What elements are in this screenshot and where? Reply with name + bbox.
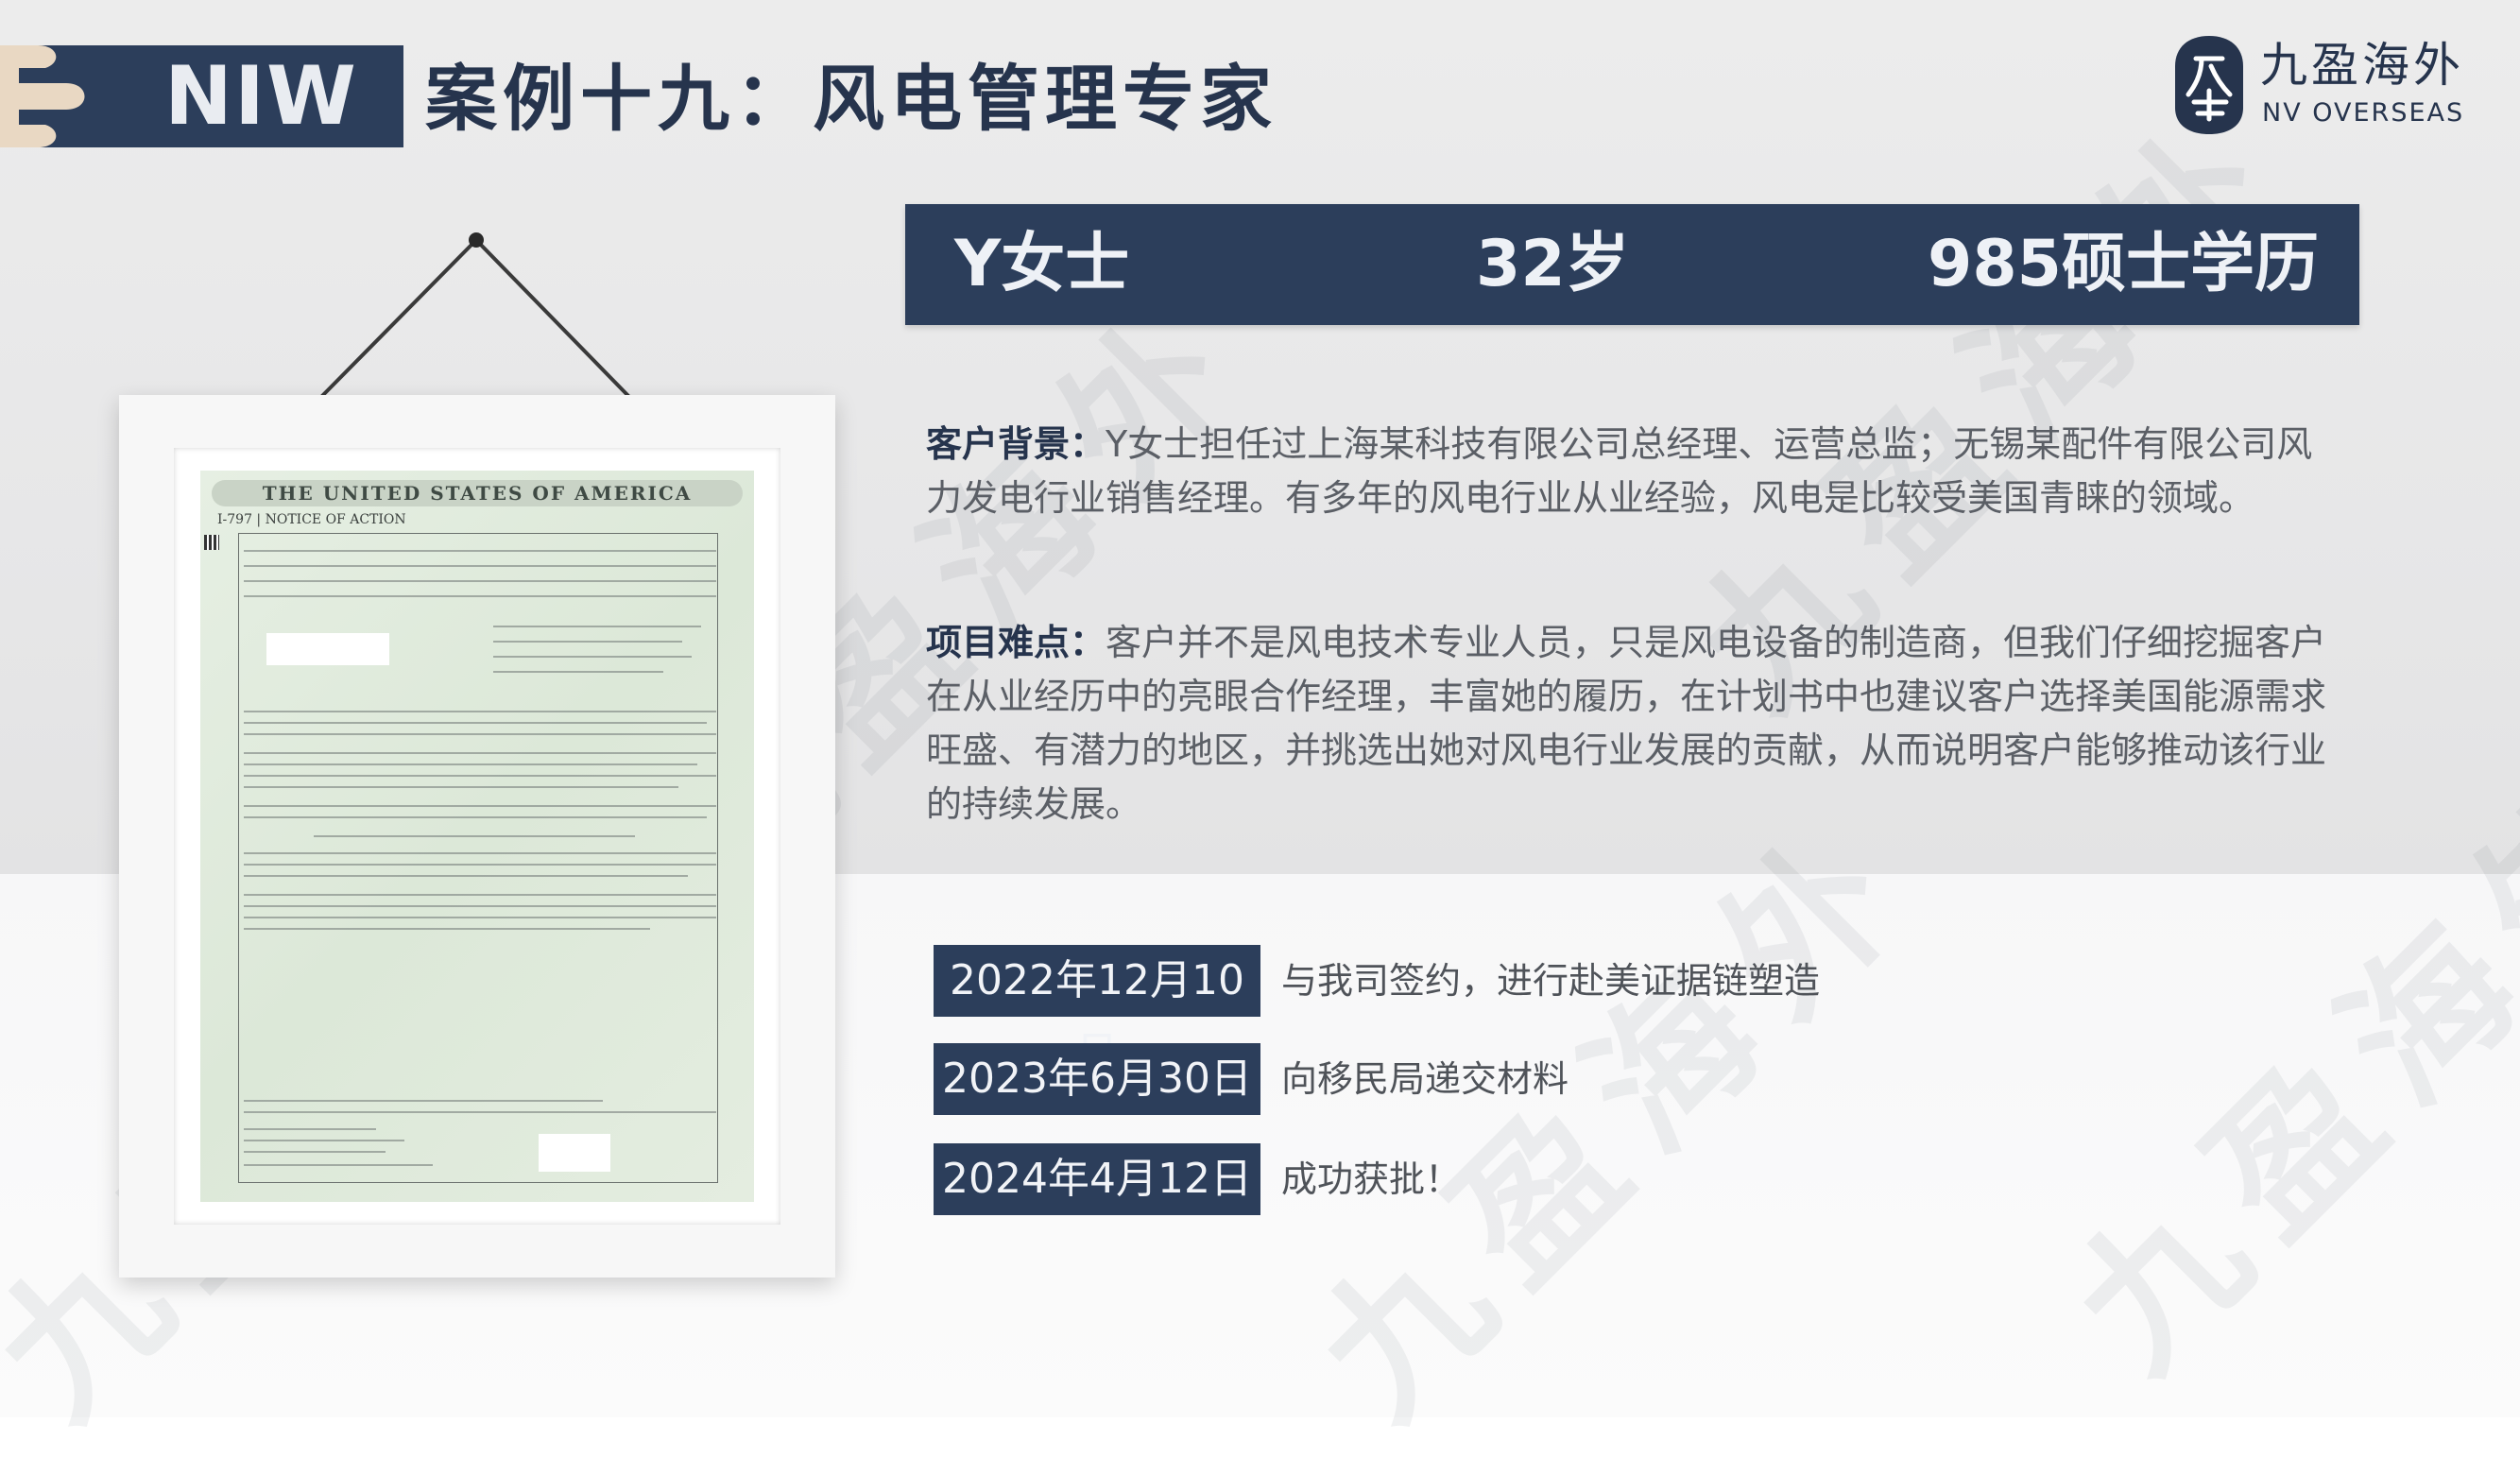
document-text-line	[244, 928, 650, 930]
document-text-line	[493, 671, 663, 673]
document-text-line	[244, 786, 678, 788]
barcode-icon	[204, 535, 219, 550]
document-text-line	[244, 1151, 386, 1153]
document-text-line	[244, 1100, 603, 1102]
document-text-line	[244, 894, 716, 896]
frame-hanger-icon	[319, 232, 631, 399]
document-text-line	[244, 580, 716, 582]
document-text-line	[244, 550, 716, 552]
timeline-description: 与我司签约，进行赴美证据链塑造	[1281, 960, 1821, 1002]
timeline-date: 2024年4月12日	[934, 1143, 1260, 1215]
timeline-date: 2023年6月30日	[934, 1043, 1260, 1115]
document-text-line	[244, 1128, 376, 1130]
document-text-line	[244, 1140, 404, 1141]
client-education: 985硕士学历	[1928, 227, 2319, 301]
document-text-line	[314, 835, 635, 837]
document-text-line	[244, 565, 716, 567]
document-text-line	[244, 1111, 716, 1113]
timeline-date: 2022年12月10日	[934, 945, 1260, 1076]
timeline-description: 成功获批！	[1281, 1158, 1462, 1200]
document-text-line	[244, 595, 716, 597]
document-text-line	[244, 816, 707, 818]
document-text-line	[244, 711, 716, 712]
document-text-line	[244, 905, 716, 907]
document-heading: THE UNITED STATES OF AMERICA	[212, 480, 743, 506]
document-text-line	[244, 763, 697, 765]
timeline-description: 向移民局递交材料	[1281, 1058, 1569, 1100]
page-title: 案例十九：风电管理专家	[425, 57, 1277, 141]
document-text-line	[244, 852, 716, 854]
document-text-line	[244, 1164, 433, 1166]
client-background-text: Y女士担任过上海某科技有限公司总经理、运营总监；无锡某配件有限公司风力发电行业销…	[926, 423, 2313, 519]
logo-mark-icon	[2175, 36, 2243, 134]
client-age: 32岁	[1476, 227, 1630, 301]
project-difficulty-label: 项目难点：	[926, 622, 1106, 663]
document-text-line	[244, 733, 716, 735]
client-background-label: 客户背景：	[926, 423, 1106, 465]
document-text-line	[493, 641, 682, 643]
document-text-line	[244, 752, 716, 754]
document-text-line	[244, 875, 688, 877]
logo-name-cn: 九盈海外	[2260, 38, 2464, 93]
picture-frame: THE UNITED STATES OF AMERICA I-797 | NOT…	[119, 395, 835, 1278]
client-name: Y女士	[954, 227, 1130, 301]
project-difficulty: 项目难点：客户并不是风电技术专业人员，只是风电设备的制造商，但我们仔细挖掘客户在…	[926, 616, 2343, 832]
document-text-line	[244, 805, 716, 807]
document-text-line	[244, 775, 716, 777]
company-logo: 九盈海外 NV OVERSEAS	[2173, 30, 2485, 139]
document-text-line	[493, 656, 692, 658]
client-background: 客户背景：Y女士担任过上海某科技有限公司总经理、运营总监；无锡某配件有限公司风力…	[926, 418, 2343, 525]
redacted-block	[539, 1134, 610, 1172]
document-subheading: I-797 | NOTICE OF ACTION	[217, 512, 406, 527]
project-difficulty-text: 客户并不是风电技术专业人员，只是风电设备的制造商，但我们仔细挖掘客户在从业经历中…	[926, 622, 2327, 825]
redacted-block	[266, 633, 389, 665]
document-text-line	[244, 722, 707, 724]
approval-notice-document: THE UNITED STATES OF AMERICA I-797 | NOT…	[200, 471, 754, 1202]
logo-name-en: NV OVERSEAS	[2262, 98, 2465, 128]
document-text-line	[244, 864, 716, 866]
document-text-line	[244, 917, 716, 918]
tag-decoration-icon	[0, 45, 85, 147]
client-profile-bar: Y女士 32岁 985硕士学历	[905, 204, 2359, 325]
category-tag-label: NIW	[164, 49, 358, 144]
document-text-line	[493, 626, 701, 627]
frame-mat: THE UNITED STATES OF AMERICA I-797 | NOT…	[174, 448, 780, 1225]
document-form-box	[238, 533, 718, 1183]
